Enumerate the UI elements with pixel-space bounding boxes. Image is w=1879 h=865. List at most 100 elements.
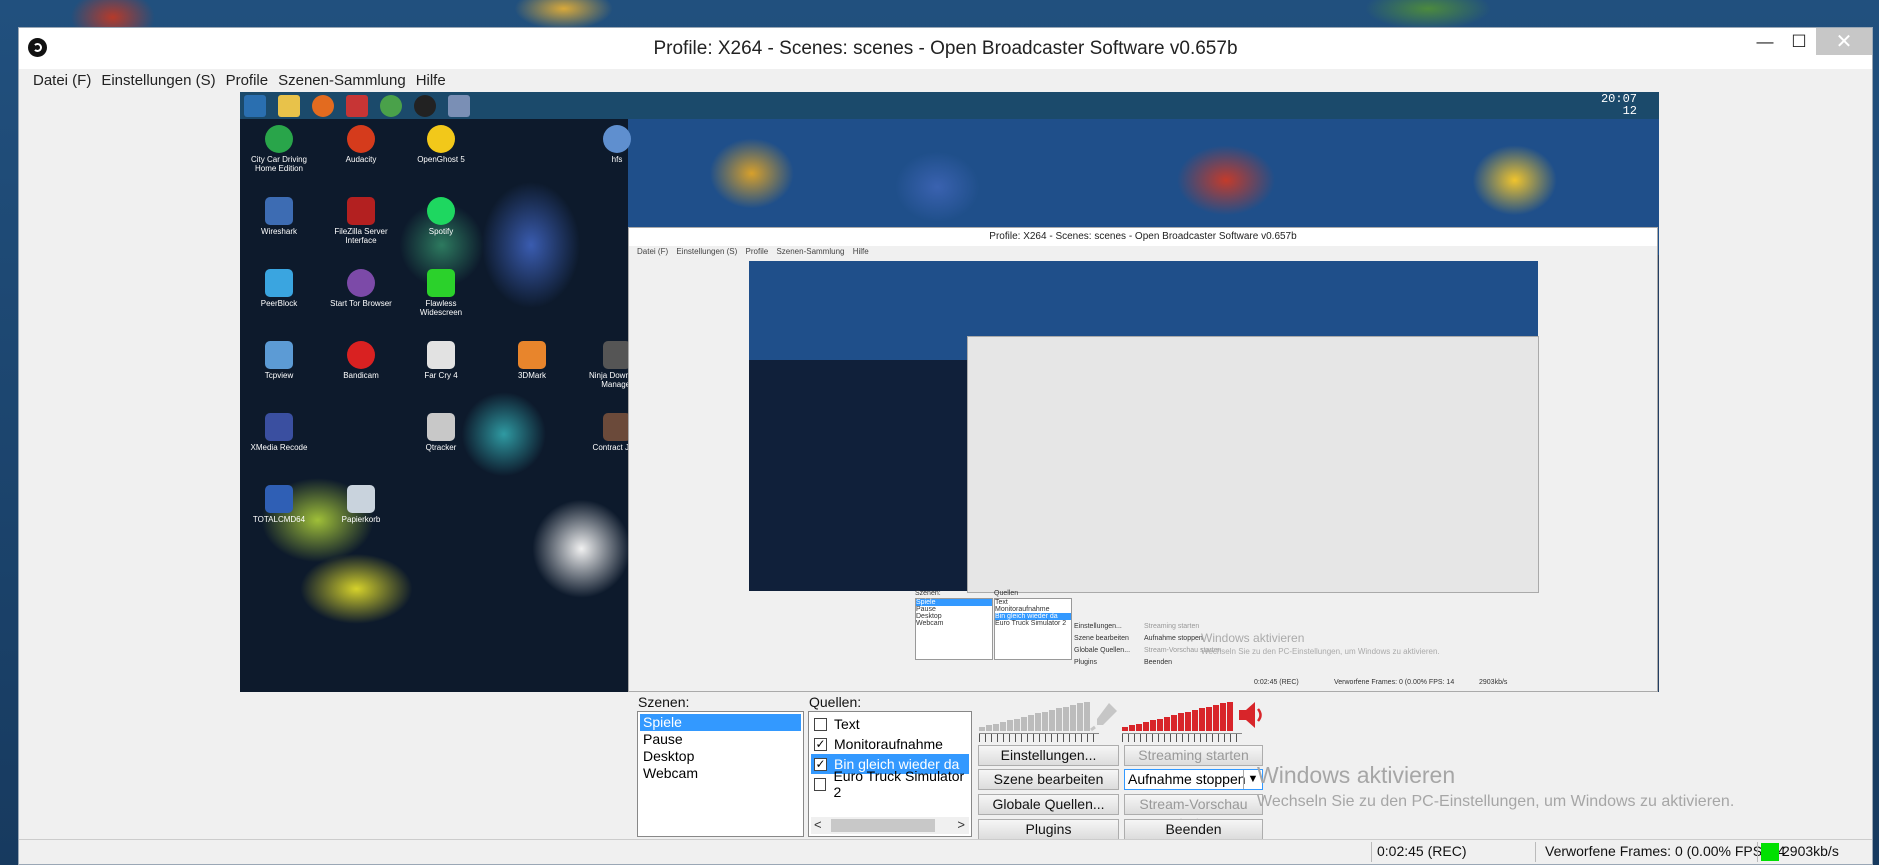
exit-button[interactable]: Beenden bbox=[1124, 819, 1263, 840]
menu-einstellungen[interactable]: Einstellungen (S) bbox=[101, 72, 215, 89]
nested-scene: Webcam bbox=[916, 620, 944, 627]
meter-bar bbox=[986, 725, 992, 731]
desktop-icon: Spotify bbox=[409, 197, 473, 236]
icon-label: Far Cry 4 bbox=[424, 371, 458, 380]
desktop-volume-slider[interactable] bbox=[1122, 733, 1242, 742]
icon-label: OpenGhost 5 bbox=[417, 155, 465, 164]
nested-sources-list: Text Monitoraufnahme Bin gleich wieder d… bbox=[994, 598, 1072, 660]
nested-source: Monitoraufnahme bbox=[995, 606, 1050, 613]
wireshark-icon bbox=[265, 197, 293, 225]
totalcmd-icon bbox=[346, 95, 368, 117]
source-checkbox[interactable]: ✓ bbox=[814, 737, 827, 751]
title-bar[interactable]: Profile: X264 - Scenes: scenes - Open Br… bbox=[19, 28, 1872, 69]
hfs-icon bbox=[603, 125, 631, 153]
scroll-left-icon[interactable]: < bbox=[814, 817, 822, 832]
settings-button[interactable]: Einstellungen... bbox=[978, 745, 1119, 766]
nested-button: Streaming starten bbox=[1144, 623, 1200, 630]
nested-button: Plugins bbox=[1074, 659, 1097, 666]
scroll-right-icon[interactable]: > bbox=[957, 817, 965, 832]
tor-icon bbox=[347, 269, 375, 297]
plugins-button[interactable]: Plugins bbox=[978, 819, 1119, 840]
scenes-list[interactable]: Spiele Pause Desktop Webcam bbox=[637, 711, 804, 837]
spotify-icon bbox=[427, 197, 455, 225]
nested-menu-item: Hilfe bbox=[852, 247, 869, 256]
meter-bar bbox=[1035, 713, 1041, 731]
recording-combo[interactable]: Aufnahme stoppen ▼ bbox=[1124, 769, 1263, 790]
minimize-button[interactable]: — bbox=[1748, 28, 1782, 55]
farcry-icon bbox=[427, 341, 455, 369]
nested-button: Beenden bbox=[1144, 659, 1173, 666]
menu-szenen-sammlung[interactable]: Szenen-Sammlung bbox=[278, 72, 406, 89]
source-checkbox[interactable] bbox=[814, 717, 827, 731]
desktop-icon: hfs bbox=[585, 125, 649, 164]
speaker-icon[interactable] bbox=[1237, 700, 1265, 730]
nested-menu-item: Profile bbox=[745, 247, 769, 256]
window-title: Profile: X264 - Scenes: scenes - Open Br… bbox=[653, 38, 1238, 59]
icon-label: Papierkorb bbox=[341, 515, 381, 524]
menu-profile[interactable]: Profile bbox=[226, 72, 269, 89]
mic-volume-meter[interactable] bbox=[979, 699, 1090, 731]
source-item-euro-truck[interactable]: Euro Truck Simulator 2 bbox=[811, 768, 969, 800]
nested-preview bbox=[749, 261, 1539, 593]
meter-bar bbox=[1171, 715, 1177, 731]
scenes-label: Szenen: bbox=[638, 694, 690, 710]
microphone-icon[interactable] bbox=[1089, 699, 1121, 731]
nested-status-time: 0:02:45 (REC) bbox=[1254, 679, 1299, 686]
meter-bar bbox=[1157, 718, 1163, 731]
menu-bar: Datei (F) Einstellungen (S) Profile Szen… bbox=[19, 69, 1872, 91]
source-checkbox[interactable]: ✓ bbox=[814, 757, 827, 771]
desktop-icon: XMedia Recode bbox=[247, 413, 311, 452]
scene-item-spiele[interactable]: Spiele bbox=[640, 714, 801, 731]
meter-bar bbox=[1077, 703, 1083, 731]
maximize-button[interactable]: ☐ bbox=[1782, 28, 1816, 55]
source-checkbox[interactable] bbox=[814, 777, 827, 791]
nested-button: Aufnahme stoppen bbox=[1144, 635, 1203, 642]
global-sources-button[interactable]: Globale Quellen... bbox=[978, 794, 1119, 815]
desktop-icon: TOTALCMD64 bbox=[247, 485, 311, 524]
icon-label: Wireshark bbox=[260, 227, 297, 236]
menu-hilfe[interactable]: Hilfe bbox=[416, 72, 446, 89]
meter-bar bbox=[1007, 720, 1013, 731]
scene-item-pause[interactable]: Pause bbox=[640, 731, 801, 748]
nested-scene: Pause bbox=[916, 606, 936, 613]
meter-bar bbox=[1206, 706, 1212, 731]
sources-scrollbar[interactable]: < > bbox=[811, 817, 969, 834]
bitrate-indicator bbox=[1761, 843, 1779, 861]
start-streaming-button[interactable]: Streaming starten bbox=[1124, 745, 1263, 766]
bandicam-icon bbox=[347, 341, 375, 369]
desktop-icon: OpenGhost 5 bbox=[409, 125, 473, 164]
contract-jack-icon bbox=[603, 413, 631, 441]
mic-volume-slider[interactable] bbox=[979, 733, 1099, 742]
icon-label: Tcpview bbox=[264, 371, 294, 380]
scroll-thumb[interactable] bbox=[831, 819, 935, 832]
status-separator bbox=[1371, 842, 1372, 862]
nested-button: Globale Quellen... bbox=[1074, 647, 1131, 654]
icon-label: TOTALCMD64 bbox=[252, 515, 306, 524]
sources-list[interactable]: Text ✓ Monitoraufnahme ✓ Bin gleich wieder… bbox=[808, 711, 972, 837]
icon-label: Bandicam bbox=[343, 371, 379, 380]
stream-preview-button[interactable]: Stream-Vorschau starten bbox=[1124, 794, 1263, 831]
source-item-monitoraufnahme[interactable]: ✓ Monitoraufnahme bbox=[811, 734, 969, 754]
scene-item-webcam[interactable]: Webcam bbox=[640, 765, 801, 782]
source-item-text[interactable]: Text bbox=[811, 714, 969, 734]
icon-label: City Car Driving Home Edition bbox=[250, 155, 307, 173]
meter-bar bbox=[1049, 710, 1055, 731]
desktop-icon: Far Cry 4 bbox=[409, 341, 473, 380]
nested-sources-label: Quellen bbox=[994, 590, 1019, 597]
meter-bar bbox=[1070, 704, 1076, 731]
desktop-icon: Tcpview bbox=[247, 341, 311, 380]
edit-scene-button[interactable]: Szene bearbeiten bbox=[978, 769, 1119, 790]
close-button[interactable]: ✕ bbox=[1816, 28, 1872, 55]
totalcmd-desktop-icon bbox=[265, 485, 293, 513]
meter-bar bbox=[1056, 708, 1062, 731]
stream-preview: 20:07 12 City Car Driving Home Edition A… bbox=[240, 92, 1659, 692]
nested-menu-item: Einstellungen (S) bbox=[676, 247, 738, 256]
meter-bar bbox=[1220, 703, 1226, 731]
preview-clock: 20:07 12 bbox=[1601, 93, 1637, 117]
desktop-icon: City Car Driving Home Edition bbox=[247, 125, 311, 173]
meter-bar bbox=[1213, 704, 1219, 731]
menu-datei[interactable]: Datei (F) bbox=[33, 72, 91, 89]
flawless-widescreen-icon bbox=[427, 269, 455, 297]
scene-item-desktop[interactable]: Desktop bbox=[640, 748, 801, 765]
desktop-volume-meter[interactable] bbox=[1122, 699, 1233, 731]
